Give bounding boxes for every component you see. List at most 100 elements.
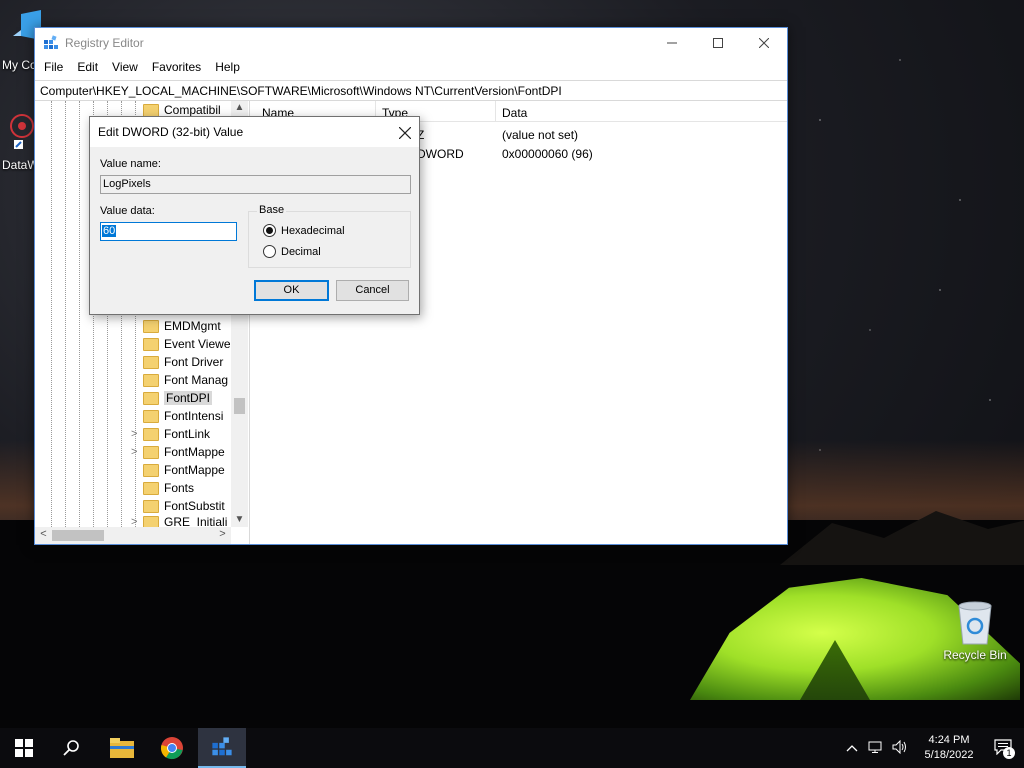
dialog-titlebar[interactable]: Edit DWORD (32-bit) Value bbox=[90, 117, 419, 147]
value-data-label: Value data: bbox=[100, 205, 155, 217]
menu-favorites[interactable]: Favorites bbox=[145, 60, 208, 74]
tree-item-label: FontLink bbox=[164, 427, 211, 441]
tree-item-label: Event Viewe bbox=[164, 337, 231, 351]
close-button[interactable] bbox=[741, 28, 787, 57]
expand-chevron-icon[interactable]: > bbox=[131, 446, 137, 458]
scroll-right-arrow-icon[interactable]: > bbox=[214, 528, 231, 540]
tree-item-label: FontIntensi bbox=[164, 409, 224, 423]
tree-item[interactable]: > FontMappe bbox=[131, 443, 225, 461]
show-hidden-icons-chevron-icon[interactable] bbox=[846, 741, 858, 755]
radio-unselected-icon bbox=[263, 245, 276, 258]
close-icon bbox=[398, 126, 412, 140]
scroll-thumb[interactable] bbox=[234, 398, 245, 414]
tree-guide-line bbox=[79, 101, 80, 527]
desktop-icon-label: My Co bbox=[2, 58, 37, 72]
clock-date: 5/18/2022 bbox=[924, 749, 974, 761]
network-icon[interactable] bbox=[868, 740, 884, 757]
radio-decimal[interactable]: Decimal bbox=[263, 245, 321, 258]
taskbar-registry-editor[interactable] bbox=[198, 728, 246, 768]
scroll-left-arrow-icon[interactable]: < bbox=[35, 528, 52, 540]
tree-item[interactable]: Font Driver bbox=[143, 353, 223, 371]
system-tray: 4:24 PM 5/18/2022 1 bbox=[846, 728, 1024, 768]
tree-item[interactable]: FontMappe bbox=[143, 461, 225, 479]
tree-item[interactable]: > FontLink bbox=[131, 425, 211, 443]
start-button[interactable] bbox=[0, 728, 48, 768]
tree-item-label: Compatibil bbox=[164, 103, 221, 117]
dialog-close-button[interactable] bbox=[398, 122, 412, 144]
folder-icon bbox=[143, 103, 159, 117]
folder-open-icon bbox=[143, 391, 159, 405]
folder-icon bbox=[143, 427, 159, 441]
scroll-thumb[interactable] bbox=[52, 530, 104, 541]
search-button[interactable] bbox=[48, 728, 96, 768]
tree-item[interactable]: Fonts bbox=[143, 479, 194, 497]
tree-item-label: Font Driver bbox=[164, 355, 224, 369]
tree-item-selected[interactable]: FontDPI bbox=[143, 389, 213, 407]
tree-item-label: FontMappe bbox=[164, 445, 225, 459]
tree-item[interactable]: Event Viewe bbox=[143, 335, 231, 353]
maximize-button[interactable] bbox=[695, 28, 741, 57]
row-type: DWORD bbox=[417, 147, 464, 161]
row-data: (value not set) bbox=[502, 128, 579, 142]
desktop-icon-label: Recycle Bin bbox=[943, 648, 1007, 662]
maximize-icon bbox=[713, 37, 723, 48]
menu-file[interactable]: File bbox=[37, 60, 70, 74]
radio-label: Hexadecimal bbox=[281, 224, 345, 237]
menu-help[interactable]: Help bbox=[208, 60, 247, 74]
tree-item[interactable]: EMDMgmt bbox=[143, 317, 221, 335]
tree-item-label: FontDPI bbox=[164, 391, 213, 405]
window-titlebar[interactable]: Registry Editor bbox=[35, 28, 787, 57]
tree-item-label: Font Manag bbox=[164, 373, 229, 387]
column-header-data[interactable]: Data bbox=[502, 106, 527, 120]
tree-item-label: EMDMgmt bbox=[164, 319, 221, 333]
clock[interactable]: 4:24 PM 5/18/2022 bbox=[914, 733, 984, 763]
folder-icon bbox=[143, 463, 159, 477]
window-title: Registry Editor bbox=[65, 35, 144, 50]
clock-time: 4:24 PM bbox=[928, 734, 970, 746]
menu-edit[interactable]: Edit bbox=[70, 60, 105, 74]
minimize-icon bbox=[667, 42, 677, 43]
base-groupbox: Base Hexadecimal Decimal bbox=[248, 204, 411, 268]
datawrangler-shortcut-icon bbox=[10, 114, 34, 149]
tree-item-label: Fonts bbox=[164, 481, 195, 495]
tree-item[interactable]: FontIntensi bbox=[143, 407, 223, 425]
folder-icon bbox=[143, 373, 159, 387]
scroll-down-arrow-icon[interactable]: ▼ bbox=[231, 514, 248, 525]
value-data-text: 60 bbox=[102, 225, 117, 237]
dialog-title: Edit DWORD (32-bit) Value bbox=[98, 125, 244, 139]
address-bar[interactable]: Computer\HKEY_LOCAL_MACHINE\SOFTWARE\Mic… bbox=[35, 80, 787, 101]
taskbar: 4:24 PM 5/18/2022 1 bbox=[0, 728, 1024, 768]
desktop-icon-recycle-bin[interactable]: Recycle Bin bbox=[937, 600, 1013, 662]
scroll-up-arrow-icon[interactable]: ▲ bbox=[231, 102, 248, 113]
ok-button[interactable]: OK bbox=[254, 280, 329, 301]
folder-icon bbox=[143, 319, 159, 333]
column-divider[interactable] bbox=[495, 101, 496, 121]
tree-item-label: FontSubstit bbox=[164, 499, 225, 513]
taskbar-chrome[interactable] bbox=[148, 728, 196, 768]
close-icon bbox=[759, 37, 769, 48]
value-name-field[interactable]: LogPixels bbox=[100, 175, 411, 194]
tree-item[interactable]: Font Manag bbox=[143, 371, 228, 389]
base-label: Base bbox=[257, 204, 287, 216]
cancel-button[interactable]: Cancel bbox=[336, 280, 409, 301]
recycle-bin-icon bbox=[958, 601, 992, 645]
folder-icon bbox=[143, 481, 159, 495]
volume-icon[interactable] bbox=[892, 739, 908, 757]
taskbar-file-explorer[interactable] bbox=[98, 728, 146, 768]
folder-icon bbox=[143, 499, 159, 513]
start-icon bbox=[15, 739, 33, 757]
expand-chevron-icon[interactable]: > bbox=[131, 428, 137, 440]
action-center-button[interactable]: 1 bbox=[994, 738, 1015, 759]
tree-guide-line bbox=[51, 101, 52, 527]
value-name-label: Value name: bbox=[100, 158, 161, 170]
folder-icon bbox=[143, 337, 159, 351]
minimize-button[interactable] bbox=[649, 28, 695, 57]
value-data-input[interactable]: 60 bbox=[100, 222, 237, 241]
menu-view[interactable]: View bbox=[105, 60, 145, 74]
tree-horizontal-scrollbar[interactable]: < > bbox=[35, 527, 231, 544]
folder-icon bbox=[143, 445, 159, 459]
radio-label: Decimal bbox=[281, 245, 321, 258]
radio-hexadecimal[interactable]: Hexadecimal bbox=[263, 224, 345, 237]
folder-icon bbox=[143, 355, 159, 369]
notification-badge: 1 bbox=[1003, 746, 1015, 759]
